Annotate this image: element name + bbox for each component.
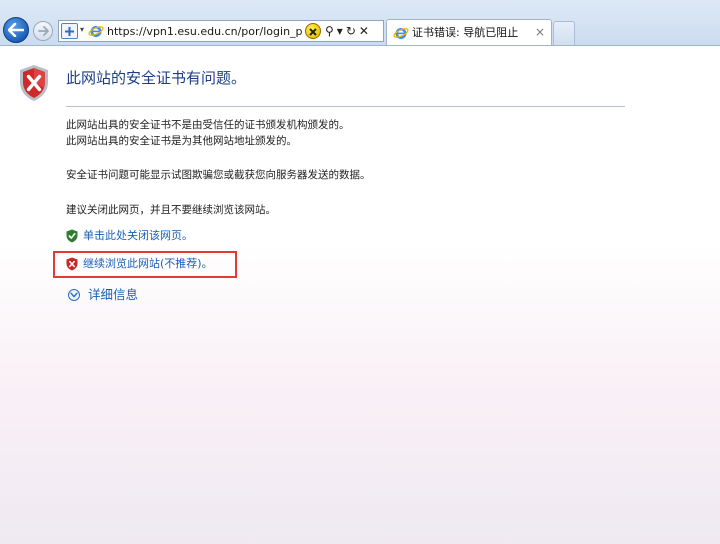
close-page-link-text[interactable]: 单击此处关闭该网页。 xyxy=(83,228,193,244)
internet-explorer-icon xyxy=(393,28,409,39)
tab-close-button[interactable]: × xyxy=(535,24,545,40)
compatibility-view-icon[interactable] xyxy=(61,23,78,39)
forward-button[interactable] xyxy=(33,21,53,41)
error-description-2: 此网站出具的安全证书是为其他网站地址颁发的。 xyxy=(66,135,297,147)
new-tab-button[interactable] xyxy=(553,21,575,45)
search-dropdown-icon[interactable]: ▾ xyxy=(337,22,343,40)
internet-explorer-icon xyxy=(88,26,104,37)
address-bar[interactable]: ▾ https://vpn1.esu.edu.cn/por/login_psw.… xyxy=(58,20,384,42)
refresh-icon[interactable]: ↻ xyxy=(346,22,356,40)
search-icon[interactable]: ⚲ xyxy=(325,22,334,40)
error-description-1: 此网站出具的安全证书不是由受信任的证书颁发机构颁发的。 xyxy=(66,119,350,131)
highlight-annotation xyxy=(53,251,237,278)
tab-certificate-error[interactable]: 证书错误: 导航已阻止 × xyxy=(386,19,552,45)
page-title: 此网站的安全证书有问题。 xyxy=(66,69,247,87)
browser-toolbar: ▾ https://vpn1.esu.edu.cn/por/login_psw.… xyxy=(0,0,720,46)
warning-text: 安全证书问题可能显示试图欺骗您或截获您向服务器发送的数据。 xyxy=(66,169,371,181)
forward-arrow-icon xyxy=(37,26,49,36)
divider xyxy=(66,106,625,107)
chevron-down-circle-icon xyxy=(68,289,80,301)
stop-icon[interactable]: ✕ xyxy=(359,22,369,40)
address-dropdown-icon[interactable]: ▾ xyxy=(80,25,84,34)
back-button[interactable] xyxy=(3,17,29,43)
back-arrow-icon xyxy=(8,23,24,37)
shield-error-icon xyxy=(20,65,48,101)
more-information-text[interactable]: 详细信息 xyxy=(88,286,138,304)
url-text[interactable]: https://vpn1.esu.edu.cn/por/login_psw.c xyxy=(107,24,303,40)
tab-title: 证书错误: 导航已阻止 xyxy=(412,26,519,39)
certificate-error-icon[interactable] xyxy=(305,23,321,39)
more-information-toggle[interactable]: 详细信息 xyxy=(68,286,138,304)
close-page-link[interactable]: 单击此处关闭该网页。 xyxy=(66,228,193,244)
address-tools: ⚲ ▾ ↻ ✕ xyxy=(325,22,369,40)
shield-check-icon xyxy=(66,229,78,243)
recommendation-text: 建议关闭此网页，并且不要继续浏览该网站。 xyxy=(66,204,276,216)
